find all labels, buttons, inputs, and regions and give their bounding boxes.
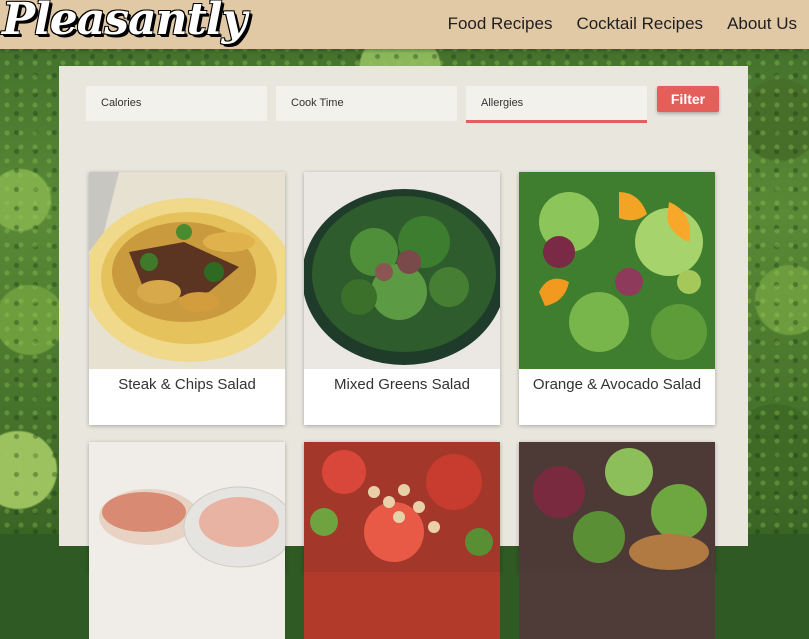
- recipe-title[interactable]: Orange & Avocado Salad: [519, 369, 715, 398]
- allergies-input[interactable]: Allergies: [466, 86, 647, 123]
- filter-button[interactable]: Filter: [657, 86, 719, 112]
- recipe-image: [519, 442, 715, 639]
- nav-about-us[interactable]: About Us: [727, 14, 797, 34]
- recipe-title[interactable]: Steak & Chips Salad: [89, 369, 285, 398]
- recipe-image: [519, 172, 715, 369]
- recipe-image: [304, 172, 500, 369]
- recipe-image: [89, 442, 285, 639]
- nav-food-recipes[interactable]: Food Recipes: [448, 14, 553, 34]
- filter-bar: Calories Cook Time Allergies Filter: [59, 66, 748, 146]
- recipe-card[interactable]: Orange & Avocado Salad: [519, 172, 715, 425]
- nav-cocktail-recipes[interactable]: Cocktail Recipes: [576, 14, 703, 34]
- recipe-card[interactable]: [89, 442, 285, 639]
- recipe-image: [89, 172, 285, 369]
- calories-input[interactable]: Calories: [86, 86, 267, 121]
- main-nav: Food Recipes Cocktail Recipes About Us: [448, 14, 797, 34]
- site-logo[interactable]: Pleasantly: [2, 0, 247, 45]
- recipe-card[interactable]: [519, 442, 715, 639]
- recipe-card[interactable]: Steak & Chips Salad: [89, 172, 285, 425]
- recipe-panel: Calories Cook Time Allergies Filter Stea…: [59, 66, 748, 639]
- site-header: Pleasantly Food Recipes Cocktail Recipes…: [0, 0, 809, 49]
- recipe-image: [304, 442, 500, 639]
- recipe-title[interactable]: Mixed Greens Salad: [304, 369, 500, 398]
- recipe-card[interactable]: Mixed Greens Salad: [304, 172, 500, 425]
- recipe-card[interactable]: [304, 442, 500, 639]
- cook-time-input[interactable]: Cook Time: [276, 86, 457, 121]
